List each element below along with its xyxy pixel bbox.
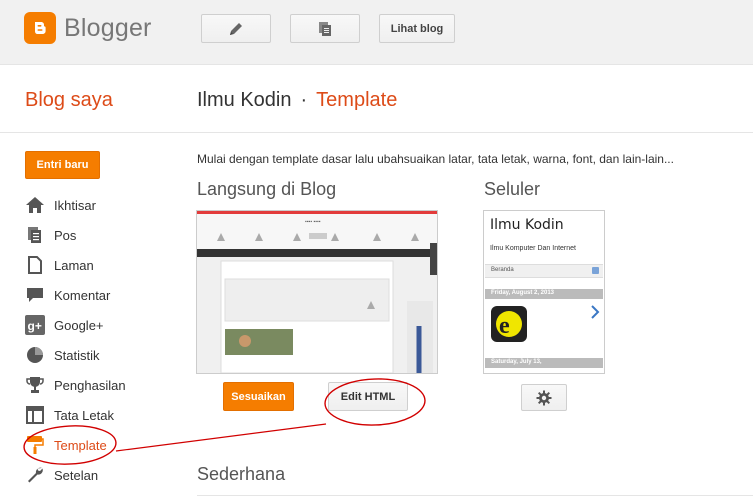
mobile-preview-date: Friday, August 2, 2013 [491,290,555,296]
sidebar-item-label: Setelan [54,467,99,483]
mobile-preview-subtitle: Ilmu Komputer Dan Internet [490,245,576,252]
mobile-template-preview[interactable]: Ilmu Kodin Ilmu Komputer Dan Internet Be… [483,210,605,374]
chevron-right-icon [591,305,600,319]
home-icon [24,194,46,216]
edit-html-button[interactable]: Edit HTML [328,382,408,411]
sidebar-item-template[interactable]: Template [24,434,107,456]
template-description: Mulai dengan template dasar lalu ubahsua… [197,152,674,166]
my-blogs-link[interactable]: Blog saya [25,89,113,112]
breadcrumb-separator: · [300,89,308,111]
sidebar-item-layout[interactable]: Tata Letak [24,404,114,426]
post-list-button[interactable] [290,14,360,43]
sidebar-item-earnings[interactable]: Penghasilan [24,374,126,396]
wrench-icon [24,464,46,486]
sidebar-item-overview[interactable]: Ikhtisar [24,194,96,216]
mobile-heading: Seluler [484,179,541,199]
divider [0,132,753,133]
posts-icon [24,224,46,246]
sidebar-item-label: Google+ [54,317,104,333]
sidebar-item-settings[interactable]: Setelan [24,464,98,486]
sidebar-item-label: Tata Letak [54,407,114,423]
sidebar-item-label: Penghasilan [54,377,126,393]
blogger-logo-icon[interactable] [24,12,56,44]
annotation-connector-line [115,423,327,452]
divider [197,495,753,496]
sidebar-item-label: Laman [54,257,94,273]
new-post-sidebar-button[interactable]: Entri baru [25,151,100,179]
view-blog-button[interactable]: Lihat blog [379,14,455,43]
layout-icon [24,404,46,426]
gear-icon [536,390,552,405]
comment-icon [24,284,46,306]
blog-name[interactable]: Ilmu Kodin [197,89,292,111]
app-name[interactable]: Blogger [64,14,152,43]
pie-chart-icon [24,344,46,366]
mobile-settings-button[interactable] [521,384,567,411]
simple-heading: Sederhana [197,464,286,484]
svg-text:g+: g+ [28,319,42,333]
google-plus-icon: g+ [24,314,46,336]
live-on-blog-heading: Langsung di Blog [197,179,337,199]
mobile-preview-nav: Beranda [491,267,514,273]
ebook-logo-icon: e [491,306,527,342]
sidebar-item-label: Ikhtisar [54,197,96,213]
sidebar-item-label: Pos [54,227,77,243]
sidebar-item-stats[interactable]: Statistik [24,344,100,366]
live-template-preview[interactable]: ▪▪▪▪ ▪▪▪▪ [196,210,438,374]
sidebar-item-pages[interactable]: Laman [24,254,94,276]
sidebar-item-label: Komentar [54,287,111,303]
mobile-preview-title: Ilmu Kodin [490,217,564,233]
svg-text:e: e [499,313,510,339]
new-post-button[interactable] [201,14,271,43]
paint-roller-icon [24,434,46,456]
breadcrumb: Ilmu Kodin · Template [197,89,397,112]
page-title: Template [316,89,398,111]
page-icon [24,254,46,276]
mobile-preview-date: Saturday, July 13, [491,359,542,365]
trophy-icon [24,374,46,396]
sidebar-item-google-plus[interactable]: g+ Google+ [24,314,104,336]
sidebar-item-label: Statistik [54,347,100,363]
sidebar-item-posts[interactable]: Pos [24,224,76,246]
sidebar-item-label: Template [54,437,107,453]
sidebar-item-comments[interactable]: Komentar [24,284,110,306]
svg-text:▪▪▪▪ ▪▪▪▪: ▪▪▪▪ ▪▪▪▪ [305,219,321,225]
pencil-icon [230,22,242,35]
customize-button[interactable]: Sesuaikan [223,382,294,411]
documents-icon [319,21,331,36]
